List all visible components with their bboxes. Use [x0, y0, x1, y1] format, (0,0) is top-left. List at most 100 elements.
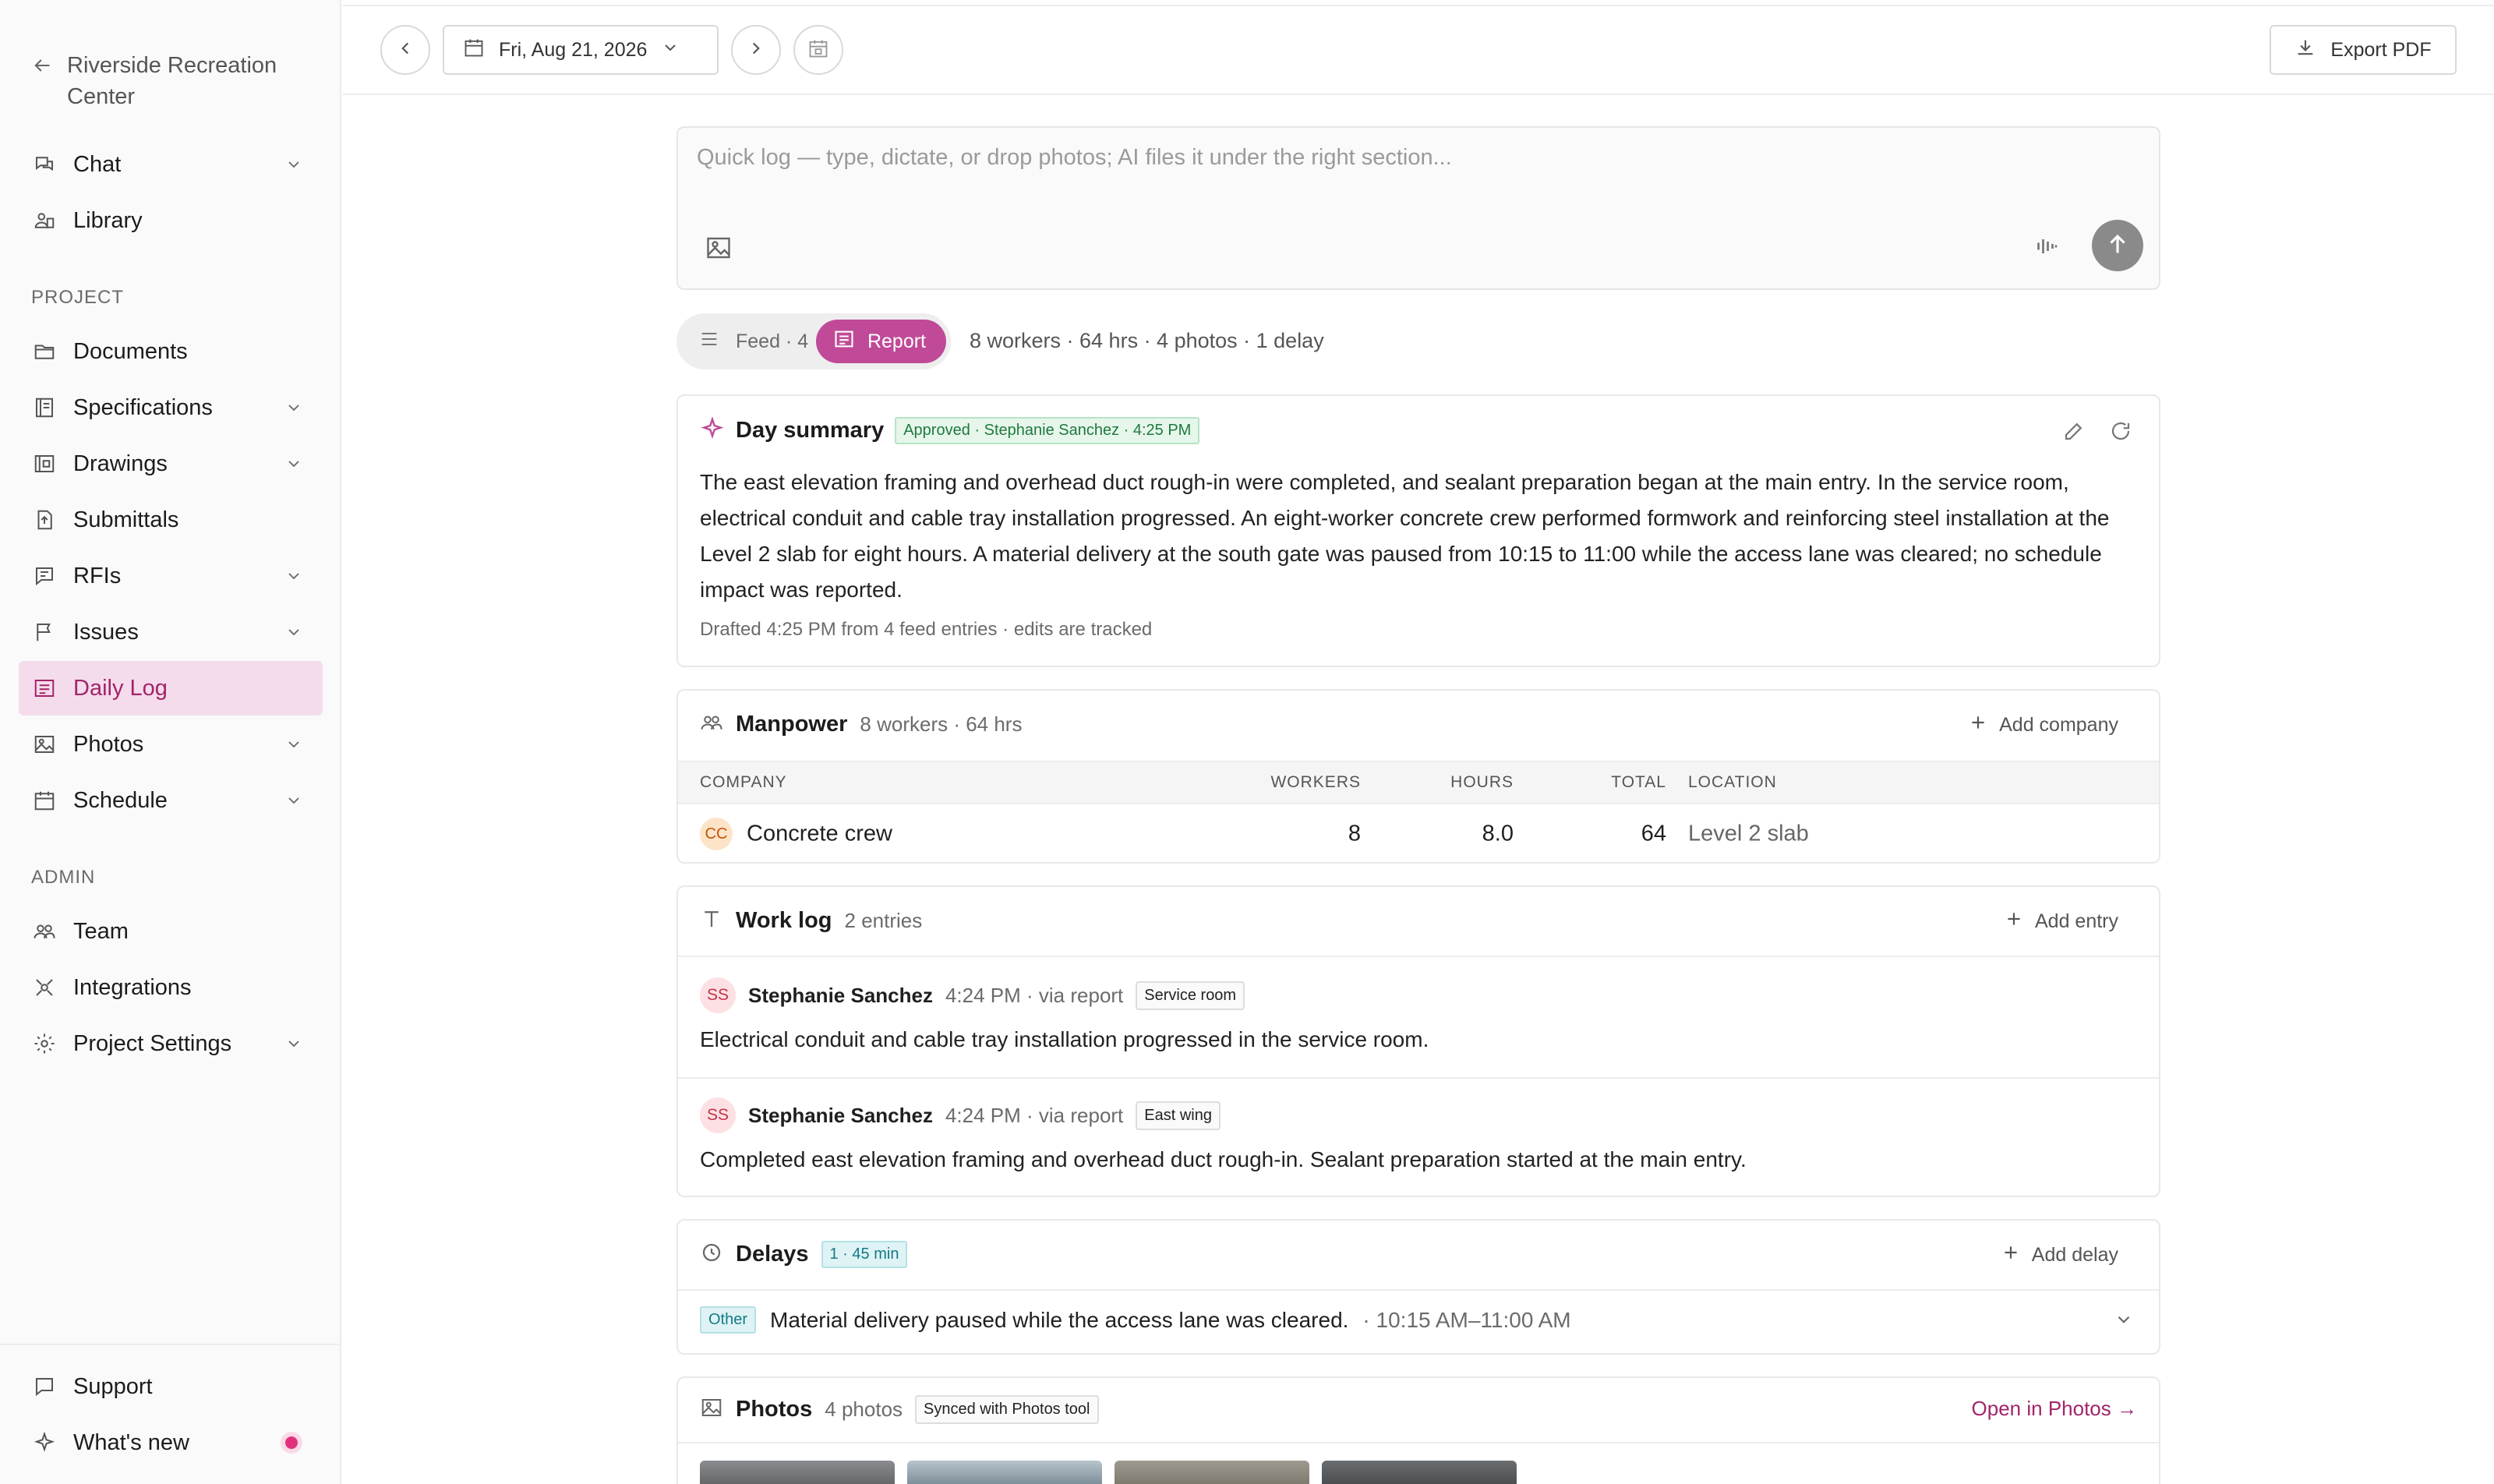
delays-badge: 1 · 45 min [821, 1241, 908, 1268]
add-company-button[interactable]: Add company [1968, 712, 2118, 738]
entry-text: Completed east elevation framing and ove… [700, 1147, 1747, 1171]
entry-text: Electrical conduit and cable tray instal… [700, 1027, 1429, 1051]
selected-date: Fri, Aug 21, 2026 [499, 38, 648, 61]
sidebar-item-schedule[interactable]: Schedule [19, 773, 323, 828]
sidebar-item-documents[interactable]: Documents [19, 324, 323, 379]
sidebar-item-chat[interactable]: Chat [19, 137, 323, 192]
next-day-button[interactable] [731, 25, 781, 75]
tab-report[interactable]: Report [815, 320, 946, 363]
sidebar-item-library[interactable]: Library [19, 193, 323, 248]
calendar-icon [463, 37, 485, 64]
plus-icon [2004, 909, 2024, 935]
project-back-link[interactable]: Riverside Recreation Center [31, 50, 312, 112]
project-name: Riverside Recreation Center [67, 53, 277, 109]
dictate-waveform-icon[interactable] [2033, 232, 2061, 264]
chevron-down-icon[interactable] [282, 153, 306, 176]
hours-value: 8.0 [1482, 821, 1514, 846]
drawings-icon [31, 450, 58, 477]
flag-icon [31, 619, 58, 645]
photo-thumbnail[interactable] [1115, 1461, 1309, 1484]
chevron-down-icon[interactable] [282, 1032, 306, 1055]
gear-icon [31, 1030, 58, 1057]
sidebar-item-project-settings[interactable]: Project Settings [19, 1016, 323, 1071]
date-picker[interactable]: Fri, Aug 21, 2026 [443, 25, 719, 75]
list-item-header: SS Stephanie Sanchez 4:24 PM · via repor… [700, 1097, 1221, 1133]
chevron-down-icon[interactable] [282, 789, 306, 812]
sidebar-item-whats-new[interactable]: What's new [19, 1415, 323, 1470]
sidebar-item-submittals[interactable]: Submittals [19, 493, 323, 547]
quick-log-input[interactable]: Quick log — type, dictate, or drop photo… [676, 126, 2160, 290]
calendar-today-icon [807, 37, 829, 63]
tab-report-label: Report [867, 330, 926, 352]
sidebar-item-drawings[interactable]: Drawings [19, 436, 323, 491]
photo-thumbnail[interactable] [700, 1461, 895, 1484]
sidebar-item-label: Chat [73, 151, 122, 177]
tab-feed-label: Feed · 4 [736, 330, 809, 352]
sidebar-item-label: RFIs [73, 563, 122, 588]
chevron-down-icon[interactable] [282, 733, 306, 756]
attach-image-icon[interactable] [705, 234, 733, 266]
entry-time: 4:24 PM · via report [945, 1103, 1124, 1127]
table-row[interactable]: CC Concrete crew 8 8.0 64 Level 2 slab [678, 804, 2159, 864]
sidebar-item-label: Team [73, 918, 129, 944]
sidebar-item-photos[interactable]: Photos [19, 717, 323, 772]
chevron-down-icon[interactable] [282, 452, 306, 475]
chevron-down-icon[interactable] [282, 620, 306, 644]
send-button[interactable] [2092, 220, 2143, 271]
sparkle-icon [700, 416, 725, 445]
view-toggle: Feed · 4 Report [676, 313, 951, 369]
entry-author: Stephanie Sanchez [748, 1103, 933, 1127]
calendar-icon [31, 787, 58, 814]
chevron-left-icon [395, 38, 415, 62]
photo-thumbnail[interactable] [1322, 1461, 1517, 1484]
spec-book-icon [31, 394, 58, 421]
sidebar-item-team[interactable]: Team [19, 904, 323, 959]
edit-pencil-icon[interactable] [2062, 419, 2086, 447]
location-tag: East wing [1136, 1101, 1221, 1130]
chat-icon [31, 151, 58, 178]
chevron-right-icon [746, 38, 766, 62]
avatar: SS [700, 1097, 736, 1133]
sidebar-item-rfis[interactable]: RFIs [19, 549, 323, 603]
library-icon [31, 207, 58, 234]
sidebar-item-label: Specifications [73, 394, 213, 420]
today-button[interactable] [793, 25, 843, 75]
chevron-down-icon[interactable] [282, 396, 306, 419]
sidebar-item-label: Submittals [73, 507, 179, 532]
sidebar-item-label: Integrations [73, 974, 192, 1000]
previous-day-button[interactable] [380, 25, 430, 75]
sidebar-item-issues[interactable]: Issues [19, 605, 323, 659]
photos-card: Photos 4 photos Synced with Photos tool … [676, 1376, 2160, 1484]
add-delay-button[interactable]: Add delay [2001, 1242, 2118, 1268]
sidebar-item-support[interactable]: Support [19, 1359, 323, 1414]
open-in-photos-link[interactable]: Open in Photos → [1972, 1397, 2137, 1421]
delay-text: Material delivery paused while the acces… [770, 1307, 1349, 1332]
chevron-down-icon[interactable] [2114, 1309, 2134, 1334]
arrow-left-icon [31, 50, 53, 81]
regenerate-icon[interactable] [2109, 419, 2132, 447]
export-pdf-label: Export PDF [2330, 38, 2432, 61]
list-item[interactable]: Other Material delivery paused while the… [700, 1306, 1571, 1334]
work-log-title: Work log [736, 908, 832, 933]
report-icon [833, 328, 855, 355]
sidebar-item-integrations[interactable]: Integrations [19, 960, 323, 1015]
photo-thumbnail[interactable] [907, 1461, 1102, 1484]
entry-time: 4:24 PM · via report [945, 983, 1124, 1007]
day-summary-title: Day summary [736, 418, 885, 443]
col-total: TOTAL [1611, 773, 1666, 791]
day-summary-card: Day summary Approved · Stephanie Sanchez… [676, 394, 2160, 667]
sidebar-item-daily-log[interactable]: Daily Log [19, 661, 323, 716]
sparkle-icon [31, 1429, 58, 1456]
photos-sync-badge: Synced with Photos tool [915, 1395, 1099, 1424]
notification-dot [285, 1436, 298, 1449]
sidebar-item-specifications[interactable]: Specifications [19, 380, 323, 435]
day-summary-footer: Drafted 4:25 PM from 4 feed entries · ed… [700, 619, 1153, 640]
sidebar-item-label: Photos [73, 731, 144, 757]
chevron-down-icon[interactable] [282, 564, 306, 588]
add-entry-button[interactable]: Add entry [2004, 909, 2118, 935]
tab-feed[interactable]: Feed · 4 [681, 328, 816, 355]
sidebar-item-label: Support [73, 1373, 153, 1399]
export-pdf-button[interactable]: Export PDF [2270, 25, 2457, 75]
work-log-meta: 2 entries [844, 909, 923, 932]
location-value: Level 2 slab [1688, 821, 1809, 846]
